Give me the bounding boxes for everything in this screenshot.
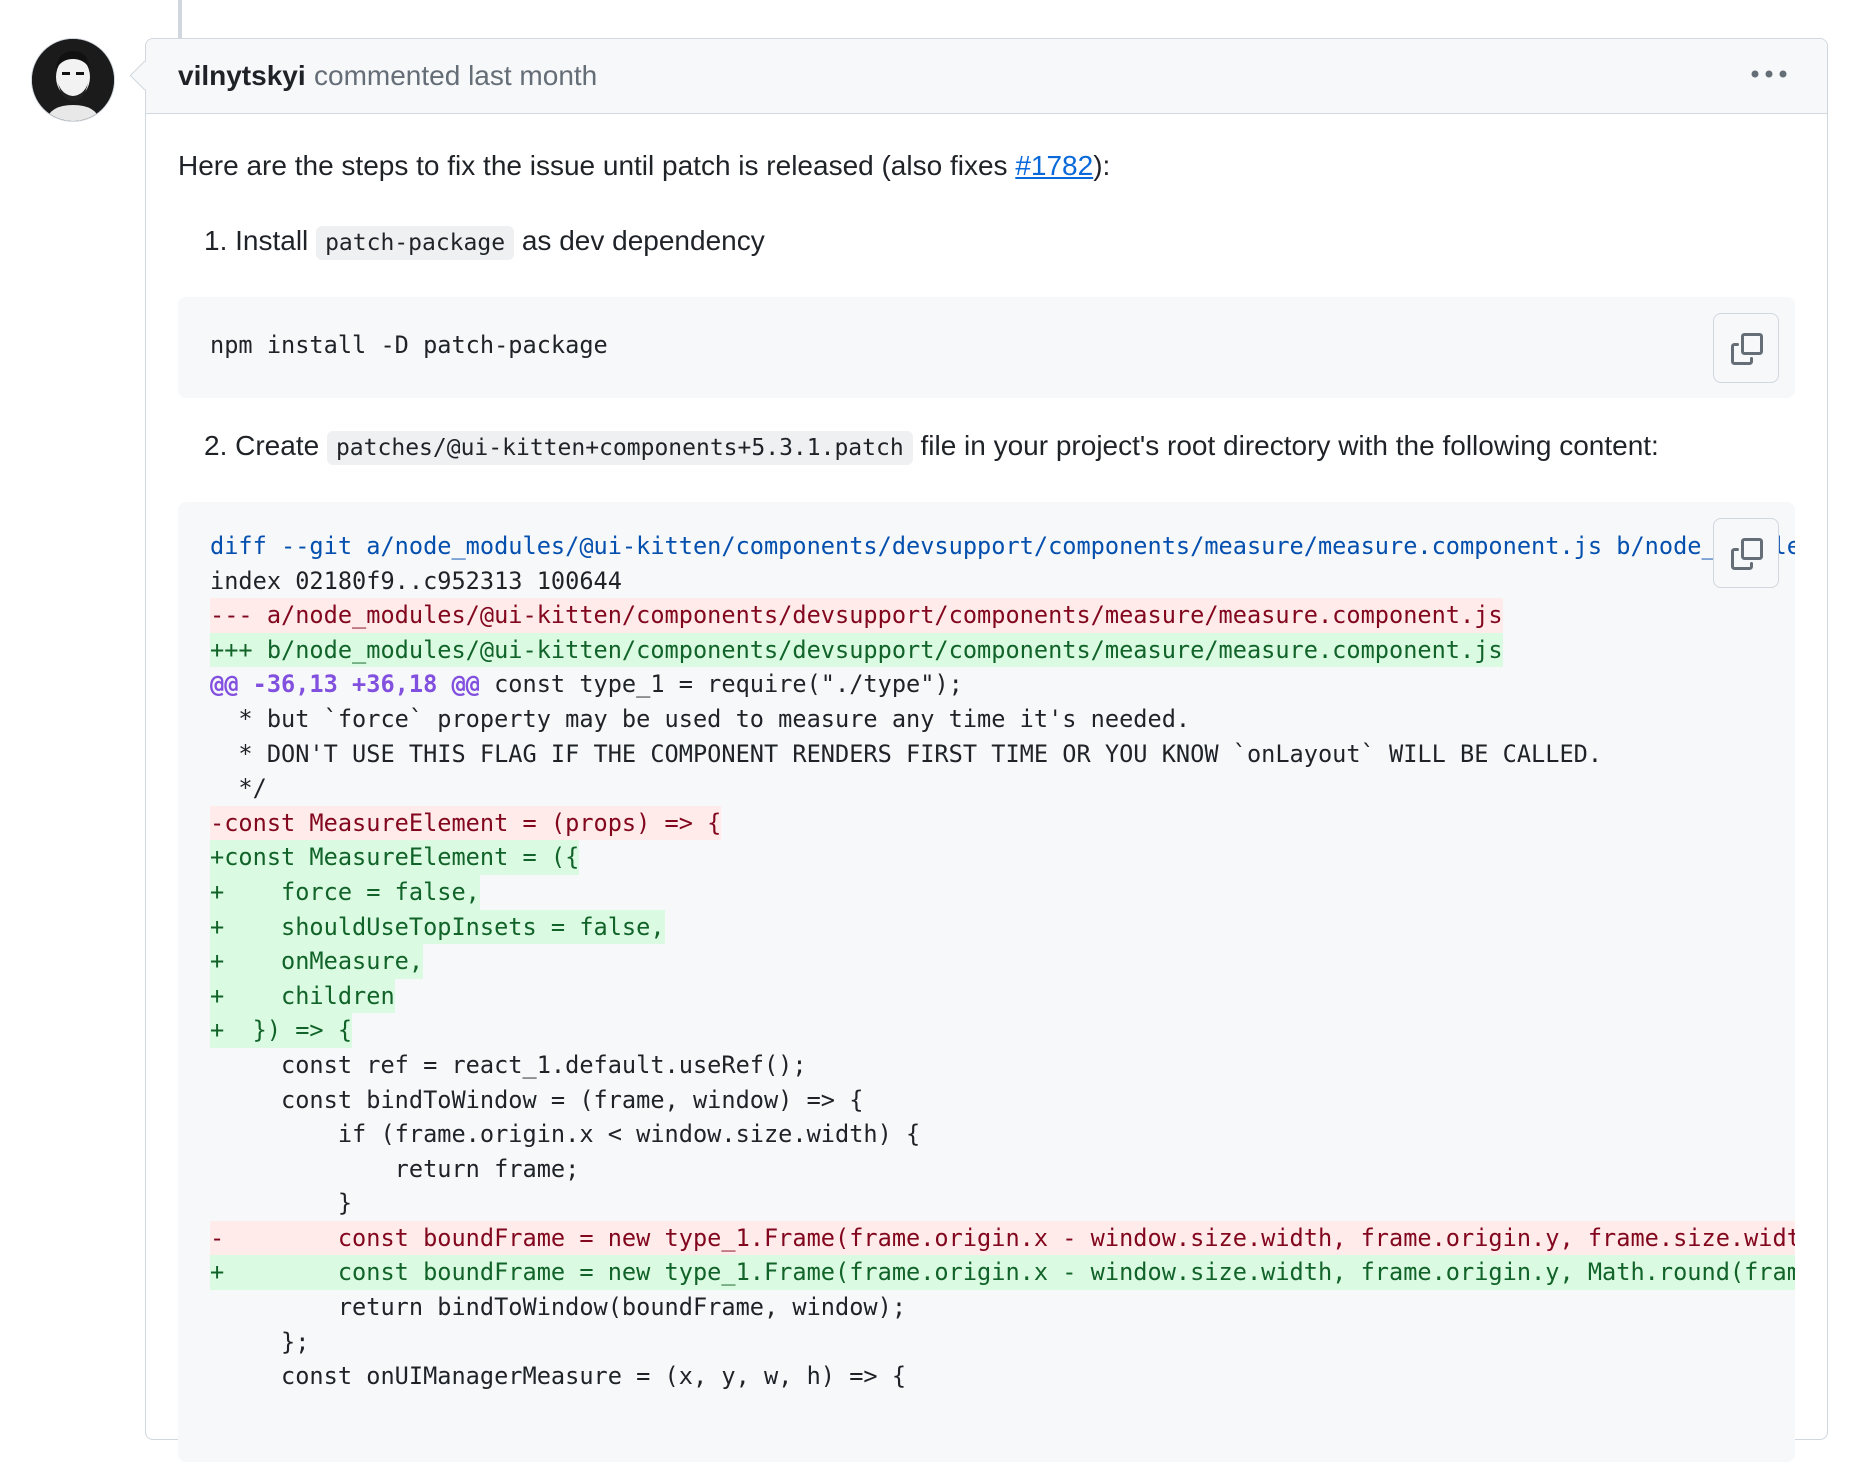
diff-deleted-line: - const boundFrame = new type_1.Frame(fr… xyxy=(210,1220,1795,1256)
issue-link[interactable]: #1782 xyxy=(1015,150,1093,181)
diff-context-line: const onUIManagerMeasure = (x, y, w, h) … xyxy=(210,1362,907,1391)
step-2: 2. Create patches/@ui-kitten+components+… xyxy=(204,430,1659,465)
diff-inserted-line: +++ b/node_modules/@ui-kitten/components… xyxy=(210,632,1503,668)
intro-text: Here are the steps to fix the issue unti… xyxy=(178,150,1016,181)
diff-deleted-line: -const MeasureElement = (props) => { xyxy=(210,805,722,841)
comment-author-link[interactable]: vilnytskyi xyxy=(178,60,306,92)
diff-context-line: */ xyxy=(210,774,267,803)
diff-context-line: const bindToWindow = (frame, window) => … xyxy=(210,1085,864,1114)
diff-context-line: if (frame.origin.x < window.size.width) … xyxy=(210,1120,921,1149)
diff-index-line: index 02180f9..c952313 100644 xyxy=(210,566,622,595)
comment-box: vilnytskyi commented last month Here are… xyxy=(145,38,1828,1462)
step-1-code: patch-package xyxy=(316,226,515,260)
step-1-text: 1. Install xyxy=(204,225,309,256)
step-2-text: 2. Create xyxy=(204,430,320,461)
diff-context-line: }; xyxy=(210,1327,310,1356)
comment-timestamp[interactable]: commented last month xyxy=(314,60,597,92)
diff-context-line: * but `force` property may be used to me… xyxy=(210,704,1191,733)
diff-inserted-line: + }) => { xyxy=(210,1013,353,1048)
copy-icon xyxy=(1731,538,1763,570)
command-line: npm install -D patch-package xyxy=(210,331,608,359)
command-codeblock: npm install -D patch-package xyxy=(178,297,1795,398)
copy-button[interactable] xyxy=(1713,313,1779,383)
diff-inserted-line: + const boundFrame = new type_1.Frame(fr… xyxy=(210,1255,1795,1291)
step-1: 1. Install patch-package as dev dependen… xyxy=(204,225,765,260)
timeline-line xyxy=(178,0,182,38)
copy-button[interactable] xyxy=(1713,518,1779,588)
diff-inserted-line: + force = false, xyxy=(210,874,480,910)
diff-hunk-line: @@ -36,13 +36,18 @@ const type_1 = requi… xyxy=(210,667,963,702)
avatar-image xyxy=(32,39,114,121)
diff-context-line: return bindToWindow(boundFrame, window); xyxy=(210,1293,907,1322)
diff-inserted-line: + children xyxy=(210,978,395,1014)
intro-text-end: ): xyxy=(1093,150,1111,181)
diff-inserted-line: +const MeasureElement = ({ xyxy=(210,840,580,875)
step-1-text-after: as dev dependency xyxy=(521,225,765,256)
diff-context-line: const ref = react_1.default.useRef(); xyxy=(210,1050,807,1079)
diff-header-line: diff --git a/node_modules/@ui-kitten/com… xyxy=(210,532,1795,560)
kebab-horizontal-icon[interactable] xyxy=(1749,63,1789,91)
diff-context-line: } xyxy=(210,1189,353,1218)
diff-context-line: return frame; xyxy=(210,1154,580,1183)
step-2-text-after: file in your project's root directory wi… xyxy=(920,430,1659,461)
step-2-code: patches/@ui-kitten+components+5.3.1.patc… xyxy=(326,431,913,465)
intro-paragraph: Here are the steps to fix the issue unti… xyxy=(178,150,1110,182)
diff-content: diff --git a/node_modules/@ui-kitten/com… xyxy=(210,529,1795,1394)
diff-inserted-line: + onMeasure, xyxy=(210,944,424,979)
patch-codeblock: diff --git a/node_modules/@ui-kitten/com… xyxy=(178,502,1795,1462)
copy-icon xyxy=(1731,333,1763,365)
hunk-context: const type_1 = require("./type"); xyxy=(479,670,963,699)
diff-deleted-line: --- a/node_modules/@ui-kitten/components… xyxy=(210,598,1503,633)
comment-header: vilnytskyi commented last month xyxy=(146,39,1827,114)
diff-inserted-line: + shouldUseTopInsets = false, xyxy=(210,909,665,945)
diff-context-line: * DON'T USE THIS FLAG IF THE COMPONENT R… xyxy=(210,739,1603,768)
avatar[interactable] xyxy=(31,38,115,122)
hunk-range: @@ -36,13 +36,18 @@ xyxy=(210,670,480,699)
